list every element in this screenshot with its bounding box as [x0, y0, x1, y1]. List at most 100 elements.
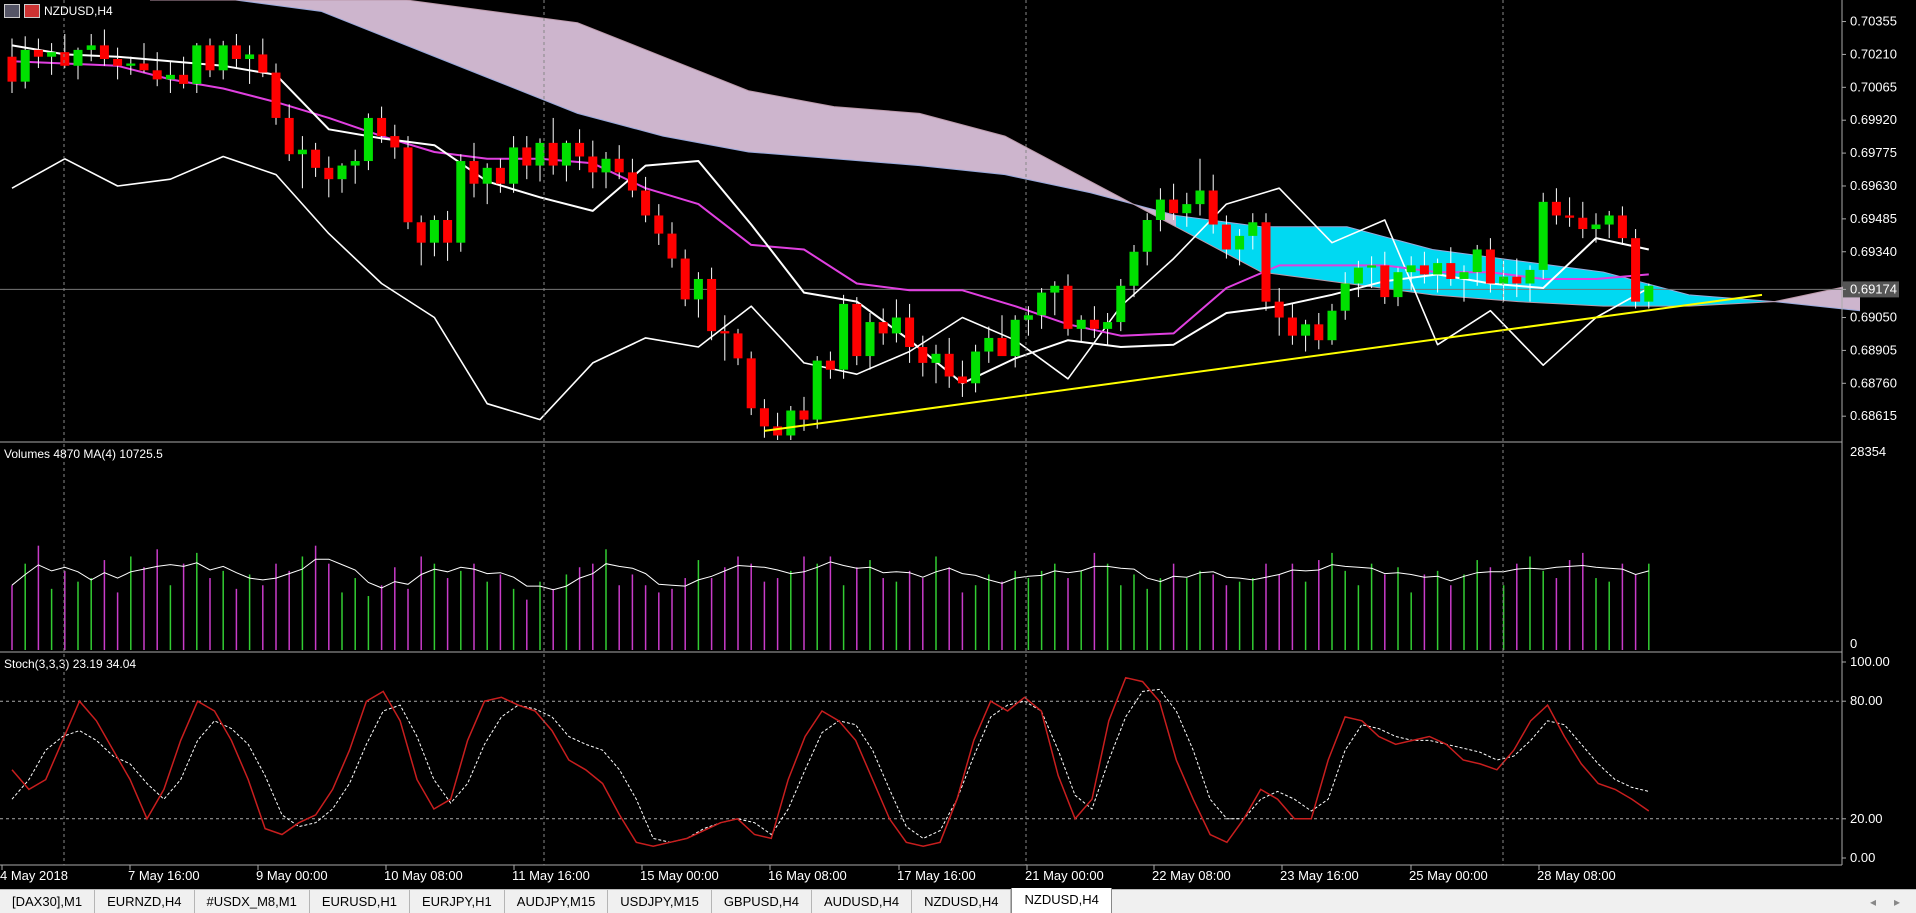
bear-candle: [377, 117, 387, 137]
stochastic-tick-label: 80.00: [1850, 693, 1883, 708]
bull-candle: [535, 142, 545, 166]
price-tick-label: 0.70065: [1850, 79, 1897, 94]
bull-candle: [1591, 224, 1601, 230]
bear-candle: [1617, 215, 1627, 239]
bear-candle: [179, 74, 189, 84]
bear-candle: [1380, 265, 1390, 298]
volume-pane[interactable]: Volumes 4870 MA(4) 10725.5: [4, 447, 1650, 650]
bear-candle: [1287, 317, 1297, 336]
tab-nzdusd-h4-active[interactable]: NZDUSD,H4: [1011, 888, 1112, 913]
bull-candle: [1327, 310, 1337, 341]
bull-candle: [1076, 319, 1086, 329]
bear-candle: [654, 215, 664, 234]
ichimoku-cloud-segment: [748, 90, 834, 159]
bull-candle: [931, 353, 941, 363]
tab-gbpusd-h4[interactable]: GBPUSD,H4: [712, 890, 812, 913]
tab-usdjpy-m15[interactable]: USDJPY,M15: [608, 890, 712, 913]
bear-candle: [707, 278, 717, 332]
ichimoku-cloud-segment: [663, 56, 749, 152]
ichimoku-cloud-segment: [919, 113, 1005, 175]
bear-candle: [1314, 324, 1324, 341]
bull-candle: [865, 322, 875, 357]
volume-axis-max: 28354: [1850, 444, 1886, 459]
tab-usdx-m8-m1[interactable]: #USDX_M8,M1: [195, 890, 310, 913]
bear-candle: [99, 45, 109, 59]
bull-candle: [1340, 283, 1350, 311]
bull-candle: [1367, 265, 1377, 268]
bull-candle: [1538, 201, 1548, 270]
price-pane[interactable]: [0, 0, 1861, 440]
bear-candle: [918, 347, 928, 363]
tab-nzdusd-h4[interactable]: NZDUSD,H4: [912, 890, 1012, 913]
bull-candle: [891, 317, 901, 334]
chart-tab-bar: [DAX30],M1 EURNZD,H4 #USDX_M8,M1 EURUSD,…: [0, 888, 1916, 913]
bull-candle: [1499, 276, 1509, 284]
support-trendline: [764, 293, 1763, 432]
chart-canvas[interactable]: Volumes 4870 MA(4) 10725.5 Stoch(3,3,3) …: [0, 0, 1916, 889]
bear-candle: [113, 58, 123, 66]
bull-candle: [561, 142, 571, 166]
bull-candle: [1235, 235, 1245, 250]
bull-candle: [218, 45, 228, 71]
symbol-title: NZDUSD,H4: [44, 4, 113, 18]
bull-candle: [337, 165, 347, 180]
bull-candle: [86, 45, 96, 50]
bear-candle: [733, 333, 743, 359]
price-tick-label: 0.69775: [1850, 145, 1897, 160]
bull-candle: [1604, 215, 1614, 225]
time-tick-label: 11 May 16:00: [512, 868, 590, 883]
bull-candle: [1353, 267, 1363, 284]
bear-candle: [152, 70, 162, 80]
bull-candle: [165, 74, 175, 80]
bull-candle: [1459, 272, 1469, 279]
bear-candle: [627, 172, 637, 191]
bull-candle: [126, 63, 136, 66]
time-tick-label: 9 May 00:00: [256, 868, 328, 883]
bear-candle: [1551, 201, 1561, 216]
ichimoku-cloud-segment: [834, 106, 920, 166]
bear-candle: [1631, 238, 1641, 302]
stochastic-signal-line: [11, 688, 1649, 843]
time-tick-label: 7 May 16:00: [128, 868, 200, 883]
stochastic-tick-label: 20.00: [1850, 811, 1883, 826]
tab-audusd-h4[interactable]: AUDUSD,H4: [812, 890, 913, 913]
bear-candle: [548, 142, 558, 166]
stochastic-indicator-title: Stoch(3,3,3) 23.19 34.04: [4, 657, 136, 671]
bear-candle: [575, 142, 585, 157]
bear-candle: [746, 358, 756, 409]
bull-candle: [456, 161, 466, 243]
bull-candle: [1195, 190, 1205, 205]
tab-eurnzd-h4[interactable]: EURNZD,H4: [95, 890, 195, 913]
bull-candle: [192, 45, 202, 84]
bull-candle: [1525, 269, 1535, 284]
time-tick-label: 17 May 16:00: [897, 868, 976, 883]
bear-candle: [1221, 224, 1231, 250]
bear-candle: [1208, 190, 1218, 225]
ichimoku-cloud-segment: [321, 0, 407, 46]
bear-candle: [324, 167, 334, 180]
scroll-right-icon[interactable]: ▸: [1894, 895, 1900, 909]
bear-candle: [1446, 263, 1456, 279]
bear-candle: [271, 72, 281, 118]
price-tick-label: 0.69630: [1850, 178, 1897, 193]
bear-candle: [33, 49, 43, 57]
bear-candle: [1169, 199, 1179, 214]
bear-candle: [495, 167, 505, 184]
bull-candle: [363, 117, 373, 162]
tab-scroll-arrows: ◂ ▸: [1870, 890, 1916, 913]
bear-candle: [905, 317, 915, 348]
price-tick-label: 0.70355: [1850, 14, 1897, 29]
stochastic-pane[interactable]: Stoch(3,3,3) 23.19 34.04: [0, 657, 1842, 847]
tab-dax30-m1[interactable]: [DAX30],M1: [0, 890, 96, 913]
tab-audjpy-m15[interactable]: AUDJPY,M15: [505, 890, 609, 913]
scroll-left-icon[interactable]: ◂: [1870, 895, 1876, 909]
tab-eurjpy-h1[interactable]: EURJPY,H1: [410, 890, 505, 913]
bear-candle: [1063, 285, 1073, 329]
bear-candle: [284, 117, 294, 155]
bull-candle: [1301, 324, 1311, 336]
price-tick-label: 0.69050: [1850, 310, 1897, 325]
bear-candle: [60, 52, 70, 66]
tab-eurusd-h1[interactable]: EURUSD,H1: [310, 890, 410, 913]
bear-candle: [139, 63, 149, 71]
price-tick-label: 0.70210: [1850, 46, 1897, 61]
